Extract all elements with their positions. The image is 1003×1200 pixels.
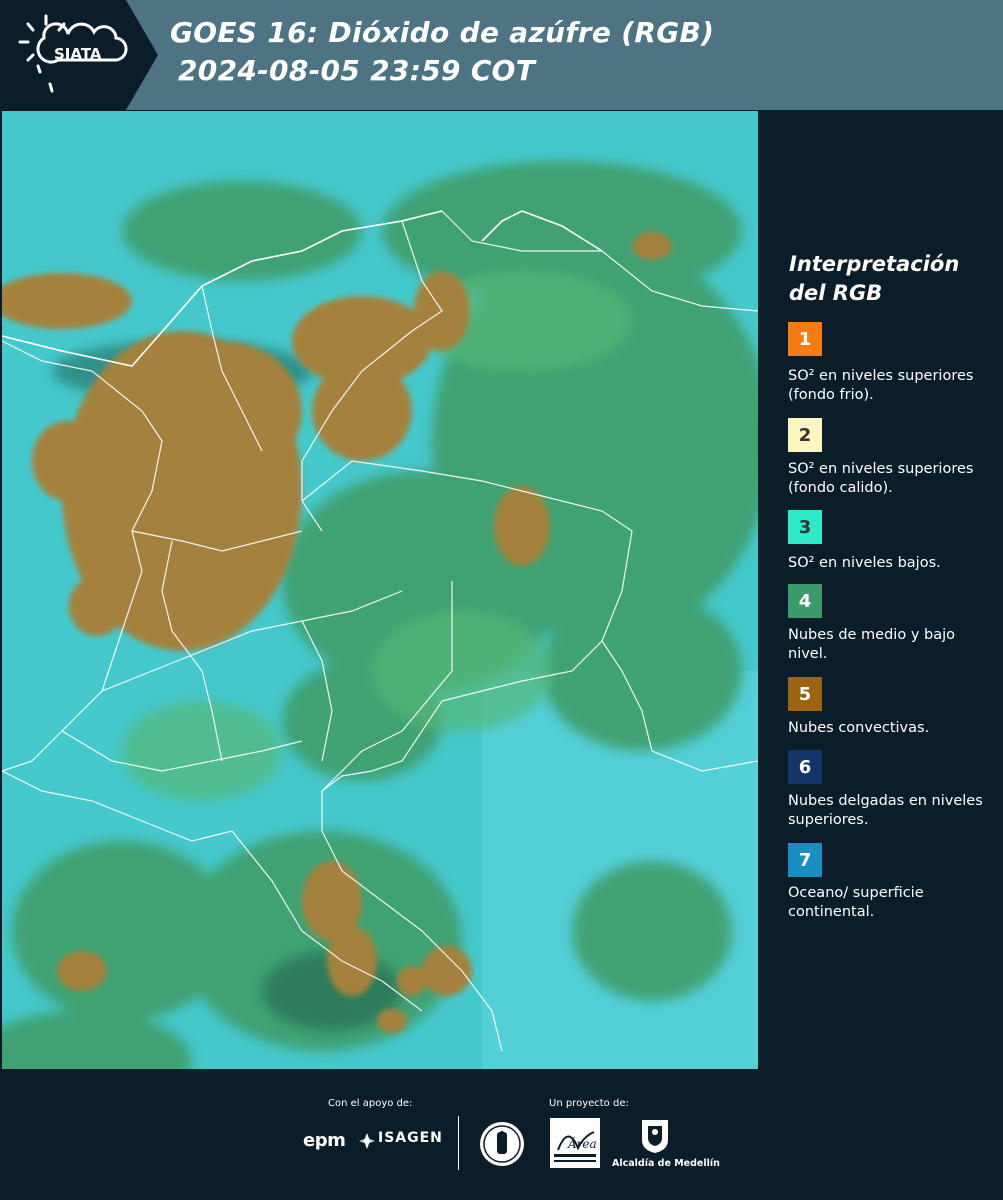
project-label: Un proyecto de: xyxy=(549,1098,629,1109)
footer-divider xyxy=(458,1116,459,1170)
legend-text-1: SO² en niveles superiores (fondo frio). xyxy=(788,368,974,403)
alcaldia-logo-icon xyxy=(642,1120,668,1153)
legend-swatch-2: 2 xyxy=(788,418,822,452)
legend-panel: Interpretación del RGB 1 SO² en niveles … xyxy=(760,110,1003,1070)
isagen-icon xyxy=(359,1133,375,1149)
legend-swatch-4: 4 xyxy=(788,584,822,618)
legend-swatch-6: 6 xyxy=(788,750,822,784)
legend-text-4: Nubes de medio y bajo nivel. xyxy=(788,627,955,662)
legend-swatch-3: 3 xyxy=(788,510,822,544)
svg-text:Área: Área xyxy=(567,1136,597,1151)
legend-text-2: SO² en niveles superiores (fondo calido)… xyxy=(788,461,974,496)
legend-text-7: Oceano/ superficie continental. xyxy=(788,885,924,920)
alcaldia-label: Alcaldía de Medellín xyxy=(612,1158,720,1169)
satellite-map xyxy=(2,111,758,1069)
support-label: Con el apoyo de: xyxy=(328,1098,413,1109)
legend-title: Interpretación del RGB xyxy=(789,252,960,305)
legend-swatch-5: 5 xyxy=(788,677,822,711)
footer-bar: Con el apoyo de: epm ISAGEN Un proyecto … xyxy=(0,1070,1003,1200)
area-metropolitana-logo: Área xyxy=(550,1118,600,1168)
page-title: GOES 16: Dióxido de azúfre (RGB) xyxy=(170,16,715,49)
legend-text-5: Nubes convectivas. xyxy=(788,720,930,736)
siata-logo-text: SIATA xyxy=(54,45,102,63)
isagen-logo: ISAGEN xyxy=(378,1130,443,1146)
legend-text-3: SO² en niveles bajos. xyxy=(788,555,941,571)
header-bar: SIATA GOES 16: Dióxido de azúfre (RGB) 2… xyxy=(0,0,1003,110)
legend-text-6: Nubes delgadas en niveles superiores. xyxy=(788,793,983,828)
timestamp: 2024-08-05 23:59 COT xyxy=(178,54,536,87)
epm-logo: epm xyxy=(303,1130,346,1151)
legend-swatch-7: 7 xyxy=(788,843,822,877)
seal-icon xyxy=(480,1122,524,1166)
legend-swatch-1: 1 xyxy=(788,322,822,356)
